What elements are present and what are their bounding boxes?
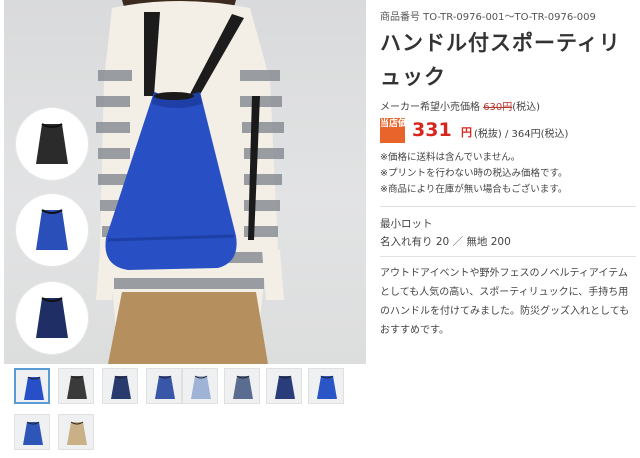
min-lot-label: 最小ロット: [380, 218, 433, 230]
backpack-thumbnail-icon: [23, 421, 43, 445]
backpack-thumbnail-icon: [111, 375, 131, 399]
product-title: ハンドル付スポーティリュック: [380, 31, 621, 89]
price-note: ※プリントを行わない時の税込み価格です。: [380, 168, 568, 179]
thumbnail-model-back[interactable]: [308, 368, 344, 404]
backpack-thumbnail-icon: [67, 375, 87, 399]
backpack-thumbnail-icon: [155, 375, 175, 399]
thumbnail-model-side[interactable]: [14, 414, 50, 450]
price-unit: 円: [461, 126, 472, 139]
maker-price-row: メーカー希望小売価格 630円(税込): [380, 98, 540, 113]
backpack-navy-icon: [36, 297, 68, 338]
backpack-thumbnail-icon: [24, 376, 44, 400]
price-tax-detail: (税抜) / 364円(税込): [474, 129, 569, 140]
thumbnail-print-sample[interactable]: [266, 368, 302, 404]
price-note: ※商品により在庫が無い場合もございます。: [380, 184, 568, 195]
backpack-thumbnail-icon: [67, 421, 87, 445]
thumbnail-black[interactable]: [58, 368, 94, 404]
store-price-badge: 当店価格: [380, 118, 416, 143]
thumbnail-detail-2[interactable]: [224, 368, 260, 404]
thumbnail-blue[interactable]: [146, 368, 182, 404]
backpack-thumbnail-icon: [275, 375, 295, 399]
color-swatch-black[interactable]: [16, 108, 88, 180]
backpack-black-icon: [36, 123, 68, 164]
thumbnail-royal-blue[interactable]: [14, 368, 50, 404]
backpack-thumbnail-icon: [191, 375, 211, 399]
min-lot-value: 名入れ有り 20 ／ 無地 200: [380, 236, 511, 248]
product-description: アウトドアイベントや野外フェスのノベルティアイテムとしても人気の高い、スポーティ…: [380, 268, 630, 336]
store-price: 331: [412, 119, 452, 141]
price-note: ※価格に送料は含んでいません。: [380, 152, 521, 163]
maker-price-label: メーカー希望小売価格: [380, 102, 480, 113]
backpack-thumbnail-icon: [233, 375, 253, 399]
divider: [380, 256, 636, 257]
maker-price: 630円: [483, 102, 513, 113]
product-sku: 商品番号 TO-TR-0976-001〜TO-TR-0976-009: [380, 12, 596, 23]
color-swatch-royal-blue[interactable]: [16, 194, 88, 266]
thumbnail-navy[interactable]: [102, 368, 138, 404]
price-notes: ※価格に送料は含んでいません。 ※プリントを行わない時の税込み価格です。 ※商品…: [380, 150, 568, 198]
main-product-image[interactable]: [4, 0, 366, 364]
divider: [380, 206, 636, 207]
backpack-thumbnail-icon: [317, 375, 337, 399]
thumbnail-detail-1[interactable]: [182, 368, 218, 404]
backpack-blue-icon: [36, 209, 68, 250]
maker-price-tax: (税込): [512, 102, 541, 113]
color-swatch-navy[interactable]: [16, 282, 88, 354]
thumbnail-model-outdoor[interactable]: [58, 414, 94, 450]
